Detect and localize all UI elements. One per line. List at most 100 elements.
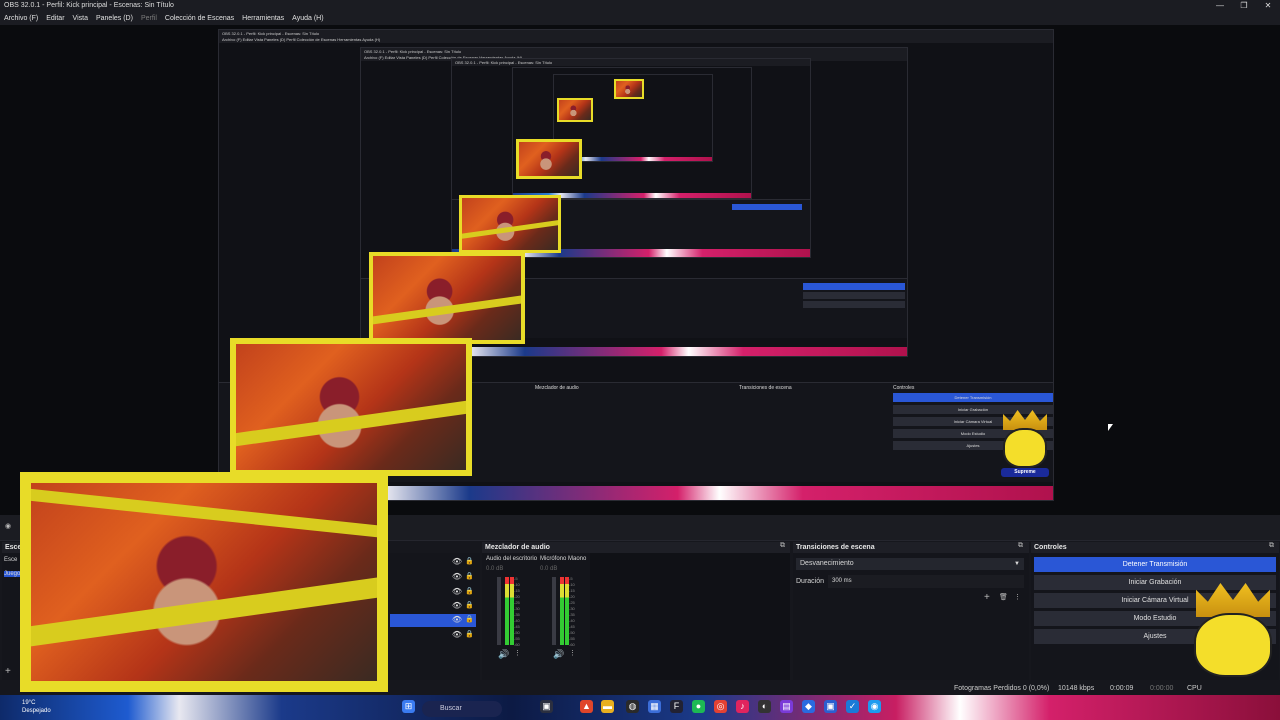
controls-dock-title: Controles <box>1031 542 1279 553</box>
eye-icon[interactable]: 👁 <box>452 572 462 581</box>
task-view-icon[interactable]: ▣ <box>540 700 553 713</box>
lock-icon[interactable]: 🔒 <box>465 572 474 580</box>
webcam-feed-4 <box>516 139 582 179</box>
menu-archivo[interactable]: Archivo (F) <box>4 12 38 25</box>
transition-menu-icon[interactable]: ⋮ <box>1014 593 1021 601</box>
record-time: 0:00:00 <box>1150 685 1174 692</box>
window-controls: — ❐ ✕ <box>1208 0 1280 12</box>
app-icon-2[interactable]: ◐ <box>758 700 771 713</box>
chevron-down-icon: ▼ <box>1014 561 1020 567</box>
meter-tick: -60 <box>569 642 575 647</box>
menu-coleccion-escenas[interactable]: Colección de Escenas <box>165 12 234 25</box>
eye-icon[interactable]: 👁 <box>452 630 462 639</box>
nested-transitions-title: Transiciones de escena <box>739 385 792 391</box>
app-icon-3[interactable]: ▤ <box>780 700 793 713</box>
source-row[interactable]: 👁 🔒 <box>390 556 476 569</box>
app-icon[interactable]: ▦ <box>648 700 661 713</box>
source-row[interactable]: 👁 🔒 <box>390 571 476 584</box>
taskbar-search[interactable]: Buscar <box>422 701 502 717</box>
lock-icon[interactable]: 🔒 <box>465 601 474 609</box>
preview-canvas[interactable]: OBS 32.0.1 - Perfil: Kick principal - Es… <box>0 25 1280 515</box>
mascot-face <box>1194 613 1272 677</box>
camera-icon[interactable]: ◉ <box>5 522 11 530</box>
transition-select[interactable]: Desvanecimiento ▼ <box>796 558 1024 570</box>
nested-menu: Archivo (F) Editar Vista Paneles (D) Per… <box>219 37 1053 43</box>
minimize-button[interactable]: — <box>1208 0 1232 12</box>
eye-icon[interactable]: 👁 <box>452 601 462 610</box>
menu-paneles[interactable]: Paneles (D) <box>96 12 133 25</box>
mixer-channel-1-name: Audio del escritorio <box>486 556 538 562</box>
speaker-icon[interactable]: 🔊 <box>553 649 564 660</box>
menu-vista[interactable]: Vista <box>73 12 88 25</box>
source-row[interactable]: 👁 🔒 <box>390 629 476 642</box>
volume-slider-1[interactable] <box>497 577 501 645</box>
nested-mixer-title: Mezclador de audio <box>535 385 579 391</box>
nested-title-3: OBS 32.0.1 - Perfil: Kick principal - Es… <box>452 59 810 66</box>
menu-perfil[interactable]: Perfil <box>141 12 157 25</box>
weather-desc: Despejado <box>22 708 51 714</box>
app-icon-4[interactable]: ◆ <box>802 700 815 713</box>
app-icon-6[interactable]: ✓ <box>846 700 859 713</box>
nested-title: OBS 32.0.1 - Perfil: Kick principal - Es… <box>219 30 1053 37</box>
nested-rec-button-2 <box>803 292 905 299</box>
nested-vcam-button-2 <box>803 301 905 308</box>
nested-obs-window-4 <box>512 67 752 199</box>
lock-icon[interactable]: 🔒 <box>465 557 474 565</box>
taskbar <box>0 695 1280 720</box>
dock-float-icon[interactable]: ⧉ <box>1269 542 1274 550</box>
source-row-selected[interactable]: 👁 🔒 <box>390 614 476 627</box>
mascot-supreme: Supreme <box>1186 583 1280 713</box>
nested-stop-button: Detener Transmisión <box>893 393 1053 402</box>
trash-icon[interactable]: 🗑 <box>999 593 1008 601</box>
nested-title-2: OBS 32.0.1 - Perfil: Kick principal - Es… <box>361 48 907 55</box>
volume-slider-2[interactable] <box>552 577 556 645</box>
eye-icon[interactable]: 👁 <box>452 557 462 566</box>
menu-editar[interactable]: Editar <box>46 12 64 25</box>
menu-herramientas[interactable]: Herramientas <box>242 12 284 25</box>
spotify-icon[interactable]: ● <box>692 700 705 713</box>
status-bar: Fotogramas Perdidos 0 (0,0%) 10148 kbps … <box>390 682 1280 695</box>
menu-ayuda[interactable]: Ayuda (H) <box>292 12 323 25</box>
channel-menu-icon[interactable]: ⋮ <box>569 649 576 657</box>
lock-icon[interactable]: 🔒 <box>465 615 474 623</box>
webcam-feed-3 <box>459 195 561 253</box>
lock-icon[interactable]: 🔒 <box>465 587 474 595</box>
webcam-feed-5 <box>557 98 593 122</box>
app-icon-5[interactable]: ▣ <box>824 700 837 713</box>
dock-float-icon[interactable]: ⧉ <box>780 542 785 550</box>
tiktok-icon[interactable]: ♪ <box>736 700 749 713</box>
duration-label: Duración <box>796 578 825 585</box>
nested-stop-button-2 <box>803 283 905 290</box>
start-menu-icon[interactable]: ⊞ <box>402 700 415 713</box>
add-transition-icon[interactable]: + <box>984 592 990 603</box>
add-scene-icon[interactable]: + <box>5 666 11 677</box>
obs-icon[interactable]: ◍ <box>626 700 639 713</box>
stop-streaming-button[interactable]: Detener Transmisión <box>1034 557 1276 572</box>
nested-stop-button-3 <box>732 204 802 210</box>
mixer-channel-1-db: 0.0 dB <box>486 566 504 572</box>
scene-item-1[interactable]: Esce <box>4 557 17 563</box>
transitions-dock-title: Transiciones de escena <box>793 542 1029 553</box>
app-f-icon[interactable]: F <box>670 700 683 713</box>
level-meter-1 <box>505 577 509 645</box>
source-row[interactable]: 👁 🔒 <box>390 586 476 599</box>
eye-icon[interactable]: 👁 <box>452 587 462 596</box>
brave-icon[interactable]: ▲ <box>580 700 593 713</box>
channel-menu-icon[interactable]: ⋮ <box>514 649 521 657</box>
dock-float-icon[interactable]: ⧉ <box>1018 542 1023 550</box>
bitrate: 10148 kbps <box>1058 685 1095 692</box>
source-row[interactable]: 👁 🔒 <box>390 600 476 613</box>
chrome-icon[interactable]: ◎ <box>714 700 727 713</box>
speaker-icon[interactable]: 🔊 <box>498 649 509 660</box>
weather-widget[interactable]: 19°C Despejado <box>22 699 76 717</box>
close-button[interactable]: ✕ <box>1256 0 1280 12</box>
lock-icon[interactable]: 🔒 <box>465 630 474 638</box>
eye-icon[interactable]: 👁 <box>452 615 462 624</box>
maximize-button[interactable]: ❐ <box>1232 0 1256 12</box>
duration-input[interactable]: 300 ms <box>828 575 1024 588</box>
stream-time: 0:00:09 <box>1110 685 1134 692</box>
app-icon-7[interactable]: ◉ <box>868 700 881 713</box>
file-explorer-icon[interactable]: ▬ <box>601 700 614 713</box>
webcam-feed-6 <box>614 79 644 99</box>
webcam-feed-main <box>20 472 388 692</box>
